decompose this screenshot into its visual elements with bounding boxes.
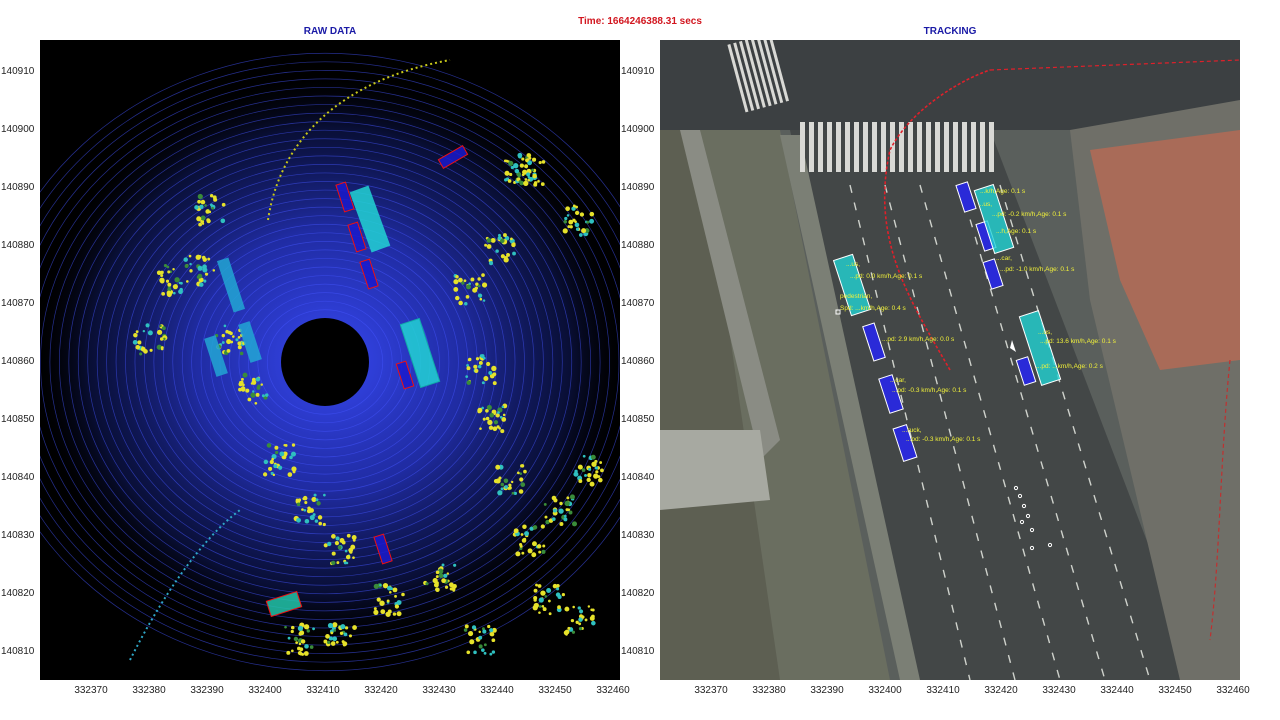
x-tick-label: 332430 (1042, 685, 1076, 696)
x-tick-label: 332440 (480, 685, 514, 696)
y-tick-label: 140900 (621, 124, 655, 135)
x-tick-label: 332370 (74, 685, 108, 696)
y-tick-label: 140830 (1, 530, 35, 541)
y-tick-label: 140910 (621, 66, 655, 77)
x-tick-label: 332410 (926, 685, 960, 696)
x-tick-label: 332440 (1100, 685, 1134, 696)
y-tick-label: 140870 (1, 298, 35, 309)
raw-data-title: RAW DATA (303, 26, 357, 37)
track-label: ...h,Age: 0.1 s (996, 228, 1037, 235)
track-label: ...pd: 13.6 km/h,Age: 0.1 s (1040, 338, 1117, 345)
x-tick-label: 332380 (752, 685, 786, 696)
x-tick-label: 332400 (868, 685, 902, 696)
track-label: ...us, (846, 261, 860, 268)
track-label: ...pd: ...km/h,Age: 0.2 s (1036, 363, 1104, 370)
track-label: pedestrian, (840, 293, 872, 300)
y-tick-label: 140820 (1, 588, 35, 599)
track-label: ...us, (978, 201, 992, 208)
y-tick-label: 140820 (621, 588, 655, 599)
x-tick-label: 332370 (694, 685, 728, 696)
y-tick-label: 140870 (621, 298, 655, 309)
track-label: ...pd: -0.3 km/h,Age: 0.1 s (906, 436, 981, 443)
track-label: ...car, (890, 377, 906, 384)
x-tick-label: 332460 (596, 685, 630, 696)
y-tick-label: 140850 (621, 414, 655, 425)
y-tick-label: 140860 (1, 356, 35, 367)
x-tick-label: 332420 (984, 685, 1018, 696)
track-label: Spd: ...km/h,Age: 0.4 s (840, 305, 907, 312)
track-label: ...ruck, (902, 427, 922, 434)
track-label: ...pd: -1.0 km/h,Age: 0.1 s (1000, 266, 1075, 273)
track-label: ...pd: -0.3 km/h,Age: 0.1 s (892, 387, 967, 394)
x-tick-label: 332390 (810, 685, 844, 696)
y-tick-label: 140880 (1, 240, 35, 251)
tracking-plot[interactable]: ...k/h,Age: 0.1 s ...us, ...pd: -0.2 km/… (660, 40, 1240, 680)
track-label: ...pd: 2.9 km/h,Age: 0.0 s (882, 336, 955, 343)
y-tick-label: 140910 (1, 66, 35, 77)
x-tick-label: 332400 (248, 685, 282, 696)
satellite-map: ...k/h,Age: 0.1 s ...us, ...pd: -0.2 km/… (660, 40, 1240, 680)
track-label: ...us, (1038, 329, 1052, 336)
x-tick-label: 332460 (1216, 685, 1250, 696)
x-tick-label: 332450 (1158, 685, 1192, 696)
x-tick-label: 332420 (364, 685, 398, 696)
raw-data-plot[interactable] (40, 40, 620, 680)
y-tick-label: 140900 (1, 124, 35, 135)
x-tick-label: 332450 (538, 685, 572, 696)
y-tick-label: 140810 (621, 646, 655, 657)
lidar-point-cloud (40, 52, 620, 672)
y-tick-label: 140860 (621, 356, 655, 367)
y-tick-label: 140830 (621, 530, 655, 541)
y-tick-label: 140850 (1, 414, 35, 425)
y-tick-label: 140840 (621, 472, 655, 483)
y-tick-label: 140880 (621, 240, 655, 251)
x-tick-label: 332380 (132, 685, 166, 696)
track-label: ...car, (996, 255, 1012, 262)
x-tick-label: 332430 (422, 685, 456, 696)
y-tick-label: 140810 (1, 646, 35, 657)
y-tick-label: 140840 (1, 472, 35, 483)
track-label: ...pd: 0.0 km/h,Age: 0.1 s (850, 273, 923, 280)
track-label: ...pd: -0.2 km/h,Age: 0.1 s (992, 211, 1067, 218)
track-label: ...k/h,Age: 0.1 s (980, 188, 1026, 195)
y-tick-label: 140890 (1, 182, 35, 193)
ego-blind-spot (281, 318, 369, 406)
tracking-title: TRACKING (923, 26, 977, 37)
x-tick-label: 332410 (306, 685, 340, 696)
y-tick-label: 140890 (621, 182, 655, 193)
x-tick-label: 332390 (190, 685, 224, 696)
